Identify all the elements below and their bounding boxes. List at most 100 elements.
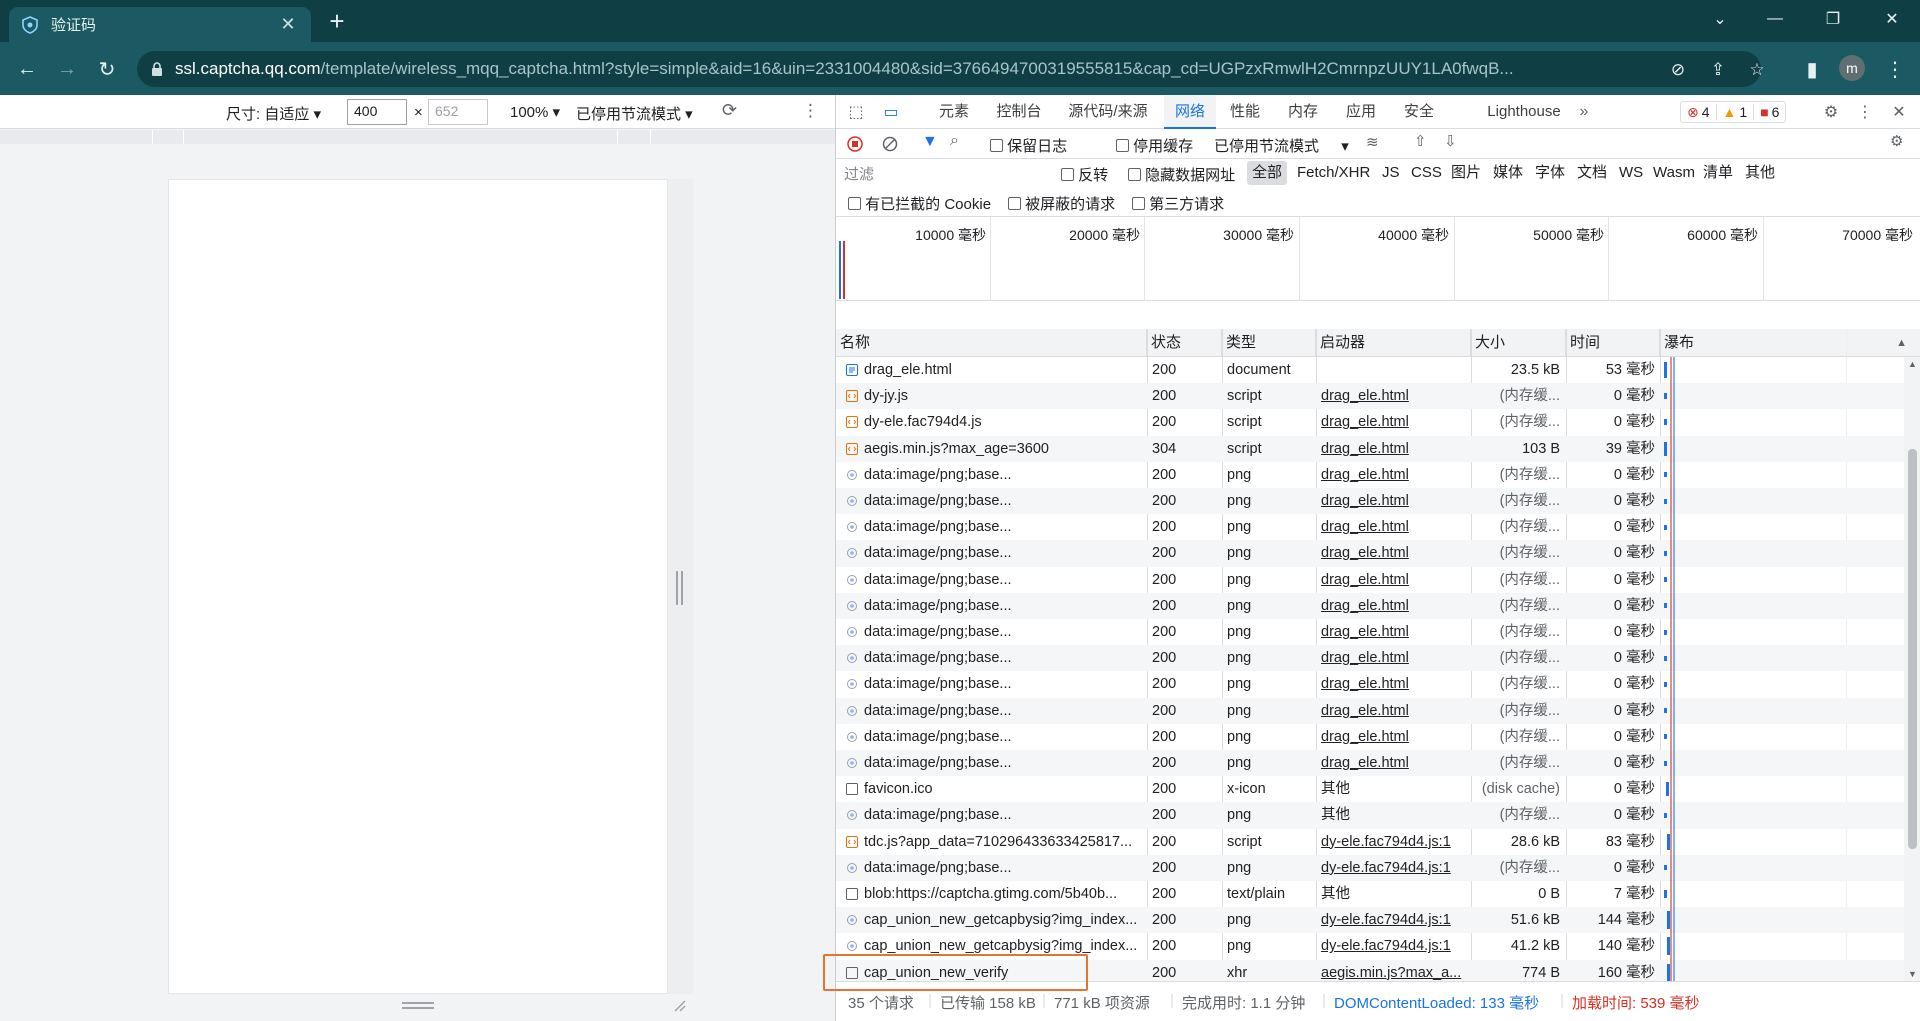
filter-type-fetch-xhr[interactable]: Fetch/XHR <box>1292 161 1375 185</box>
table-row[interactable]: data:image/png;base... 200 png drag_ele.htm… <box>836 488 1904 515</box>
request-initiator[interactable]: drag_ele.html <box>1321 698 1467 724</box>
tab-search-chevron-icon[interactable]: ⌄ <box>1690 0 1750 38</box>
request-initiator[interactable]: dy-ele.fac794d4.js:1 <box>1321 933 1467 959</box>
resize-corner-icon[interactable] <box>672 998 686 1012</box>
rotate-icon[interactable]: ⟳ <box>722 100 737 121</box>
request-name[interactable]: dy-ele.fac794d4.js <box>864 409 1144 435</box>
search-icon[interactable]: ⌕ <box>950 132 959 150</box>
column-type[interactable]: 类型 <box>1222 329 1316 357</box>
address-bar[interactable]: ssl.captcha.qq.com/template/wireless_mqq… <box>137 51 1765 87</box>
filter-type-font[interactable]: 字体 <box>1530 161 1570 185</box>
request-initiator[interactable]: drag_ele.html <box>1321 409 1467 435</box>
filter-type-ws[interactable]: WS <box>1614 161 1648 185</box>
request-name[interactable]: data:image/png;base... <box>864 593 1144 619</box>
table-row[interactable]: drag_ele.html 200 document 23.5 kB 53 毫秒 <box>836 357 1904 383</box>
tab-network[interactable]: 网络 <box>1164 95 1216 129</box>
throttle-select[interactable]: 已停用节流模式 ▾ <box>576 103 693 124</box>
request-name[interactable]: favicon.ico <box>864 776 1144 802</box>
network-throttle-select[interactable]: 已停用节流模式 ▾ <box>1214 135 1349 156</box>
table-row[interactable]: data:image/png;base... 200 png drag_ele.htm… <box>836 619 1904 645</box>
tab-sources[interactable]: 源代码/来源 <box>1056 95 1160 129</box>
disable-cache-checkbox[interactable]: 停用缓存 <box>1116 135 1193 156</box>
request-name[interactable]: cap_union_new_getcapbysig?img_index... <box>864 907 1144 933</box>
column-time[interactable]: 时间 <box>1566 329 1660 357</box>
minimize-button[interactable]: — <box>1745 0 1805 38</box>
column-initiator[interactable]: 启动器 <box>1316 329 1471 357</box>
zoom-select[interactable]: 100% ▾ <box>510 103 560 121</box>
table-row[interactable]: data:image/png;base... 200 png dy-ele.fac79… <box>836 854 1904 881</box>
back-button[interactable]: ← <box>12 54 42 84</box>
column-size[interactable]: 大小 <box>1471 329 1566 357</box>
tab-application[interactable]: 应用 <box>1336 95 1386 129</box>
filter-type-all[interactable]: 全部 <box>1247 161 1288 185</box>
scroll-down-icon[interactable]: ▼ <box>1908 969 1917 979</box>
tab-console[interactable]: 控制台 <box>986 95 1052 129</box>
close-window-button[interactable]: ✕ <box>1862 0 1920 38</box>
request-initiator[interactable]: dy-ele.fac794d4.js:1 <box>1321 907 1467 933</box>
filter-type-media[interactable]: 媒体 <box>1488 161 1528 185</box>
issue-badges[interactable]: ⊗ 4 ▲ 1 ■ 6 <box>1680 101 1787 123</box>
import-har-icon[interactable]: ⇧ <box>1414 132 1427 150</box>
request-name[interactable]: data:image/png;base... <box>864 488 1144 514</box>
viewport-height-resizer[interactable] <box>402 1002 434 1010</box>
viewport-width-resizer[interactable] <box>676 571 684 605</box>
filter-type-wasm[interactable]: Wasm <box>1648 161 1700 185</box>
request-initiator[interactable]: drag_ele.html <box>1321 645 1467 671</box>
request-initiator[interactable]: drag_ele.html <box>1321 671 1467 697</box>
request-initiator[interactable]: drag_ele.html <box>1321 724 1467 750</box>
star-icon[interactable]: ☆ <box>1746 59 1768 81</box>
table-row[interactable]: dy-jy.js 200 script drag_ele.html (内存缓... 0 毫… <box>836 383 1904 410</box>
table-row[interactable]: aegis.min.js?max_age=3600 304 script drag_e… <box>836 435 1904 462</box>
filter-type-doc[interactable]: 文档 <box>1572 161 1612 185</box>
request-name[interactable]: data:image/png;base... <box>864 645 1144 671</box>
request-initiator[interactable]: drag_ele.html <box>1321 750 1467 776</box>
filter-type-other[interactable]: 其他 <box>1740 161 1780 185</box>
close-devtools-icon[interactable]: ✕ <box>1888 101 1910 123</box>
table-row[interactable]: data:image/png;base... 200 png drag_ele.htm… <box>836 671 1904 697</box>
blocked-requests-checkbox[interactable]: 被屏蔽的请求 <box>1008 193 1115 214</box>
tab-security[interactable]: 安全 <box>1394 95 1444 129</box>
width-input[interactable]: 400 <box>347 99 407 125</box>
request-initiator[interactable]: drag_ele.html <box>1321 540 1467 566</box>
request-name[interactable]: data:image/png;base... <box>864 698 1144 724</box>
table-row[interactable]: blob:https://captcha.gtimg.com/5b40b... 2… <box>836 881 1904 907</box>
request-name[interactable]: dy-jy.js <box>864 383 1144 409</box>
invert-checkbox[interactable]: 反转 <box>1061 164 1108 185</box>
request-name[interactable]: data:image/png;base... <box>864 671 1144 697</box>
filter-funnel-icon[interactable]: ▼ <box>922 133 938 151</box>
table-row[interactable]: data:image/png;base... 200 png drag_ele.htm… <box>836 750 1904 777</box>
filter-input[interactable]: 过滤 <box>844 163 1044 183</box>
tab-memory[interactable]: 内存 <box>1278 95 1328 129</box>
scrollbar-thumb[interactable] <box>1908 449 1917 849</box>
network-settings-gear-icon[interactable]: ⚙ <box>1890 132 1903 150</box>
column-waterfall[interactable]: 瀑布 ▲ <box>1660 329 1920 357</box>
share-icon[interactable]: ⇪ <box>1707 59 1729 81</box>
table-row[interactable]: data:image/png;base... 200 png drag_ele.htm… <box>836 514 1904 540</box>
preserve-log-checkbox[interactable]: 保留日志 <box>990 135 1067 156</box>
table-row[interactable]: data:image/png;base... 200 png 其他 (内存缓... 0 毫… <box>836 802 1904 829</box>
new-tab-button[interactable]: + <box>322 8 352 36</box>
network-overview[interactable]: 10000 毫秒 20000 毫秒 30000 毫秒 40000 毫秒 5000… <box>836 217 1920 301</box>
table-row[interactable]: data:image/png;base... 200 png drag_ele.htm… <box>836 645 1904 672</box>
request-name[interactable]: aegis.min.js?max_age=3600 <box>864 436 1144 462</box>
request-name[interactable]: data:image/png;base... <box>864 619 1144 645</box>
devtools-more-icon[interactable]: ⋮ <box>1854 101 1876 123</box>
tab-elements[interactable]: 元素 <box>926 95 982 129</box>
device-size-select[interactable]: 尺寸: 自适应 ▾ <box>226 103 321 124</box>
reload-button[interactable]: ↻ <box>92 54 122 84</box>
request-initiator[interactable]: drag_ele.html <box>1321 383 1467 409</box>
height-input[interactable]: 652 <box>428 99 488 125</box>
request-initiator[interactable]: dy-ele.fac794d4.js:1 <box>1321 855 1467 881</box>
hide-data-urls-checkbox[interactable]: 隐藏数据网址 <box>1128 164 1235 185</box>
request-initiator[interactable]: drag_ele.html <box>1321 567 1467 593</box>
request-name[interactable]: data:image/png;base... <box>864 855 1144 881</box>
request-initiator[interactable]: dy-ele.fac794d4.js:1 <box>1321 829 1467 855</box>
table-row[interactable]: data:image/png;base... 200 png drag_ele.htm… <box>836 724 1904 750</box>
export-har-icon[interactable]: ⇩ <box>1444 132 1457 150</box>
column-status[interactable]: 状态 <box>1147 329 1222 357</box>
table-row[interactable]: dy-ele.fac794d4.js 200 script drag_ele.html… <box>836 409 1904 435</box>
close-tab-icon[interactable]: ✕ <box>277 14 299 36</box>
request-initiator[interactable]: drag_ele.html <box>1321 593 1467 619</box>
request-initiator[interactable]: drag_ele.html <box>1321 619 1467 645</box>
table-row[interactable]: data:image/png;base... 200 png drag_ele.htm… <box>836 567 1904 593</box>
